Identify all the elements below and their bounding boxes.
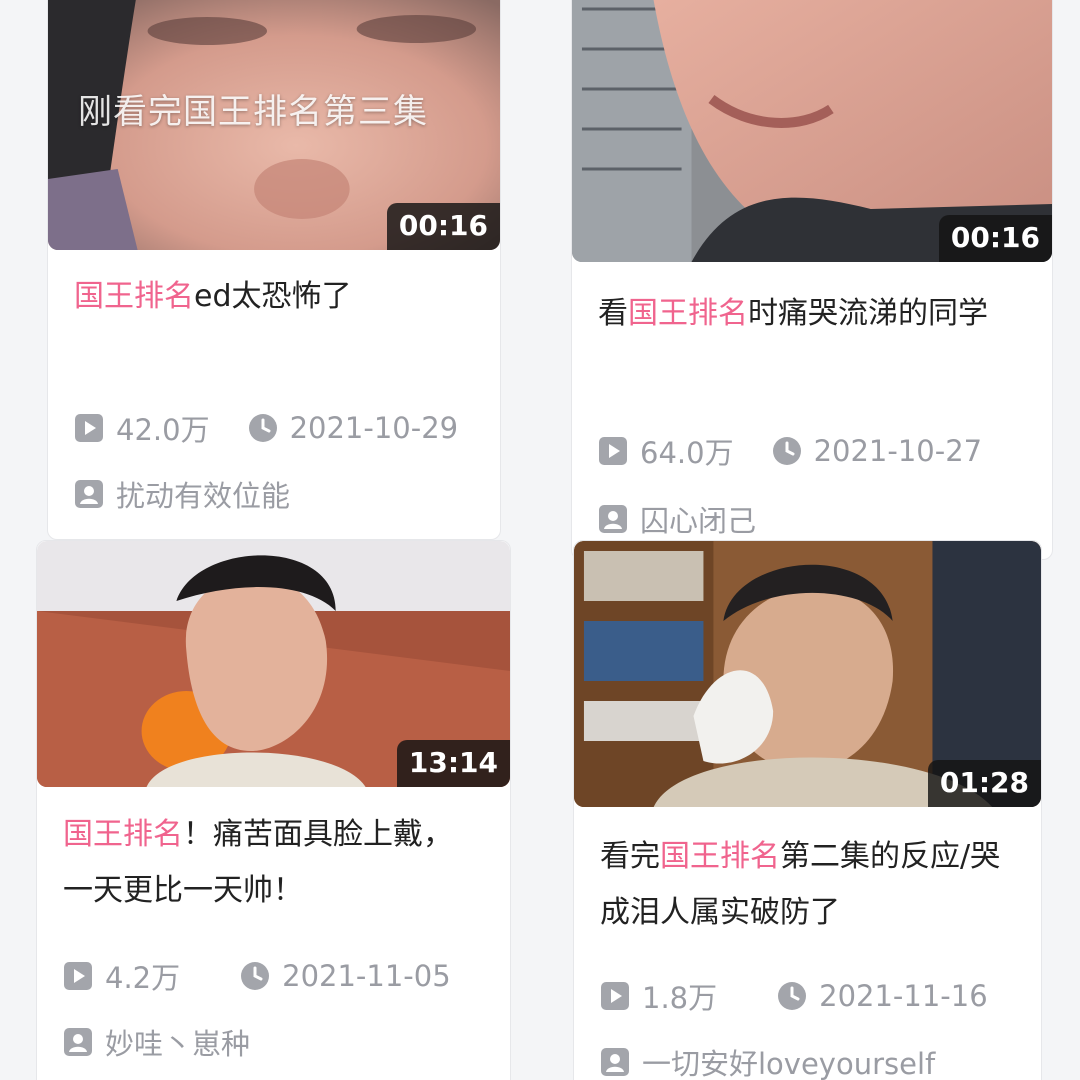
view-count: 64.0万	[598, 430, 734, 472]
view-count: 4.2万	[63, 955, 180, 997]
author-name: 扰动有效位能	[116, 479, 291, 513]
thumbnail-overlay-text: 刚看完国王排名第三集	[78, 92, 428, 132]
video-title[interactable]: 看国王排名时痛哭流涕的同学	[598, 286, 1028, 342]
duration-badge: 01:28	[927, 760, 1041, 807]
author-row[interactable]: 一切安好loveyourself	[600, 1041, 935, 1080]
stats-row: 1.8万 2021-11-16	[600, 975, 988, 1017]
title-highlight: 国王排名	[660, 839, 780, 874]
author-row[interactable]: 扰动有效位能	[74, 473, 290, 515]
publish-date: 2021-11-05	[240, 959, 451, 993]
play-box-icon	[598, 436, 628, 466]
view-count: 1.8万	[600, 975, 717, 1017]
publish-date: 2021-11-16	[777, 979, 988, 1013]
clock-icon	[777, 981, 807, 1011]
person-box-icon	[74, 479, 104, 509]
view-count: 42.0万	[74, 407, 210, 449]
publish-date: 2021-10-27	[772, 434, 982, 468]
stats-row: 4.2万 2021-11-05	[63, 955, 451, 997]
clock-icon	[240, 961, 270, 991]
video-card[interactable]: 13:14 国王排名！痛苦面具脸上戴，一天更比一天帅！ 4.2万 2021-11…	[36, 540, 511, 1080]
author-row[interactable]: 妙哇丶崽种	[63, 1021, 250, 1063]
video-card[interactable]: 01:28 看完国王排名第二集的反应/哭成泪人属实破防了 1.8万 2021-1…	[573, 540, 1042, 1080]
author-name: 囚心闭己	[640, 504, 757, 538]
video-title[interactable]: 国王排名！痛苦面具脸上戴，一天更比一天帅！	[63, 807, 463, 919]
person-box-icon	[598, 504, 628, 534]
video-thumbnail[interactable]: 00:16	[572, 0, 1052, 262]
author-row[interactable]: 囚心闭己	[598, 498, 756, 540]
duration-badge: 00:16	[938, 215, 1052, 262]
clock-icon	[248, 413, 278, 443]
author-name: 妙哇丶崽种	[105, 1027, 251, 1061]
publish-date: 2021-10-29	[248, 411, 458, 445]
clock-icon	[772, 436, 802, 466]
title-highlight: 国王排名	[628, 296, 748, 331]
author-name: 一切安好loveyourself	[642, 1047, 936, 1080]
video-thumbnail[interactable]: 13:14	[37, 541, 510, 787]
video-thumbnail[interactable]: 刚看完国王排名第三集 00:16	[48, 0, 500, 250]
title-highlight: 国王排名	[63, 817, 183, 852]
play-box-icon	[74, 413, 104, 443]
video-card[interactable]: 刚看完国王排名第三集 00:16 国王排名ed太恐怖了 42.0万 2021-1…	[47, 0, 501, 540]
duration-badge: 13:14	[396, 740, 510, 787]
stats-row: 64.0万 2021-10-27	[598, 430, 982, 472]
video-title[interactable]: 看完国王排名第二集的反应/哭成泪人属实破防了	[600, 829, 1025, 941]
duration-badge: 00:16	[386, 203, 500, 250]
play-box-icon	[600, 981, 630, 1011]
person-box-icon	[63, 1027, 93, 1057]
video-title[interactable]: 国王排名ed太恐怖了	[74, 269, 474, 325]
title-highlight: 国王排名	[74, 279, 194, 314]
stats-row: 42.0万 2021-10-29	[74, 407, 458, 449]
person-box-icon	[600, 1047, 630, 1077]
play-box-icon	[63, 961, 93, 991]
video-card[interactable]: 00:16 看国王排名时痛哭流涕的同学 64.0万 2021-10-27 囚心闭…	[571, 0, 1053, 560]
video-thumbnail[interactable]: 01:28	[574, 541, 1041, 807]
